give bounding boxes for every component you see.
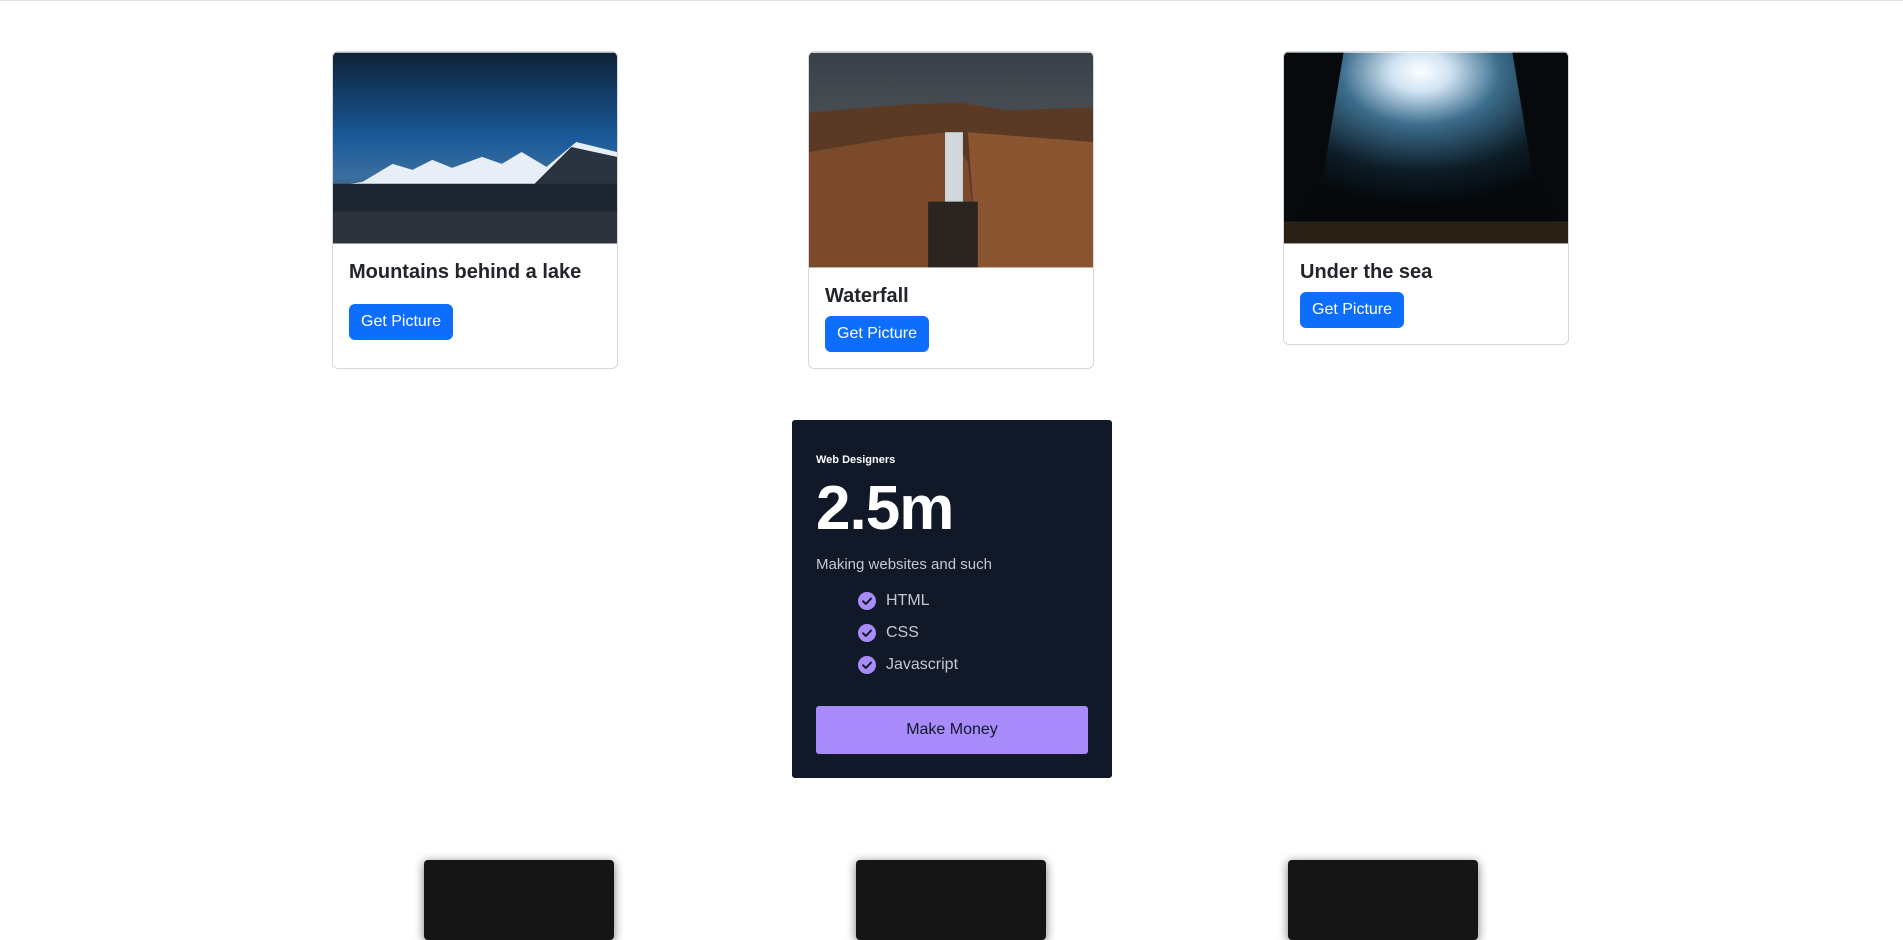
feature-label: Javascript xyxy=(886,656,959,673)
card-title: Waterfall xyxy=(825,285,909,307)
picture-card-mountains: Mountains behind a lake Get Picture xyxy=(332,51,618,369)
feature-item: HTML xyxy=(858,585,1088,617)
check-circle-icon xyxy=(858,592,876,610)
card-title: Mountains behind a lake xyxy=(349,261,582,283)
dark-tile-3 xyxy=(1288,860,1478,940)
under-the-sea-image xyxy=(1284,52,1568,244)
check-circle-icon xyxy=(858,656,876,674)
feature-item: Javascript xyxy=(858,649,1088,681)
get-picture-button[interactable]: Get Picture xyxy=(825,316,930,352)
dark-tile-2 xyxy=(856,860,1046,940)
get-picture-button[interactable]: Get Picture xyxy=(349,304,454,340)
mountains-lake-image xyxy=(333,52,617,244)
picture-card-under-the-sea: Under the sea Get Picture xyxy=(1283,51,1569,345)
make-money-button[interactable]: Make Money xyxy=(816,706,1088,754)
pricing-description: Making websites and such xyxy=(816,556,992,573)
pricing-kicker: Web Designers xyxy=(816,454,896,466)
feature-item: CSS xyxy=(858,617,1088,649)
check-circle-icon xyxy=(858,624,876,642)
picture-card-waterfall: Waterfall Get Picture xyxy=(808,51,1094,369)
get-picture-button[interactable]: Get Picture xyxy=(1300,292,1405,328)
top-divider xyxy=(0,0,1903,1)
dark-tile-1 xyxy=(424,860,614,940)
feature-label: HTML xyxy=(886,592,930,609)
feature-label: CSS xyxy=(886,624,919,641)
pricing-number: 2.5m xyxy=(816,474,954,543)
waterfall-image xyxy=(809,52,1093,268)
pricing-card: Web Designers 2.5m Making websites and s… xyxy=(792,420,1112,778)
feature-list: HTML CSS Javascript xyxy=(858,585,1088,681)
card-title: Under the sea xyxy=(1300,261,1433,283)
